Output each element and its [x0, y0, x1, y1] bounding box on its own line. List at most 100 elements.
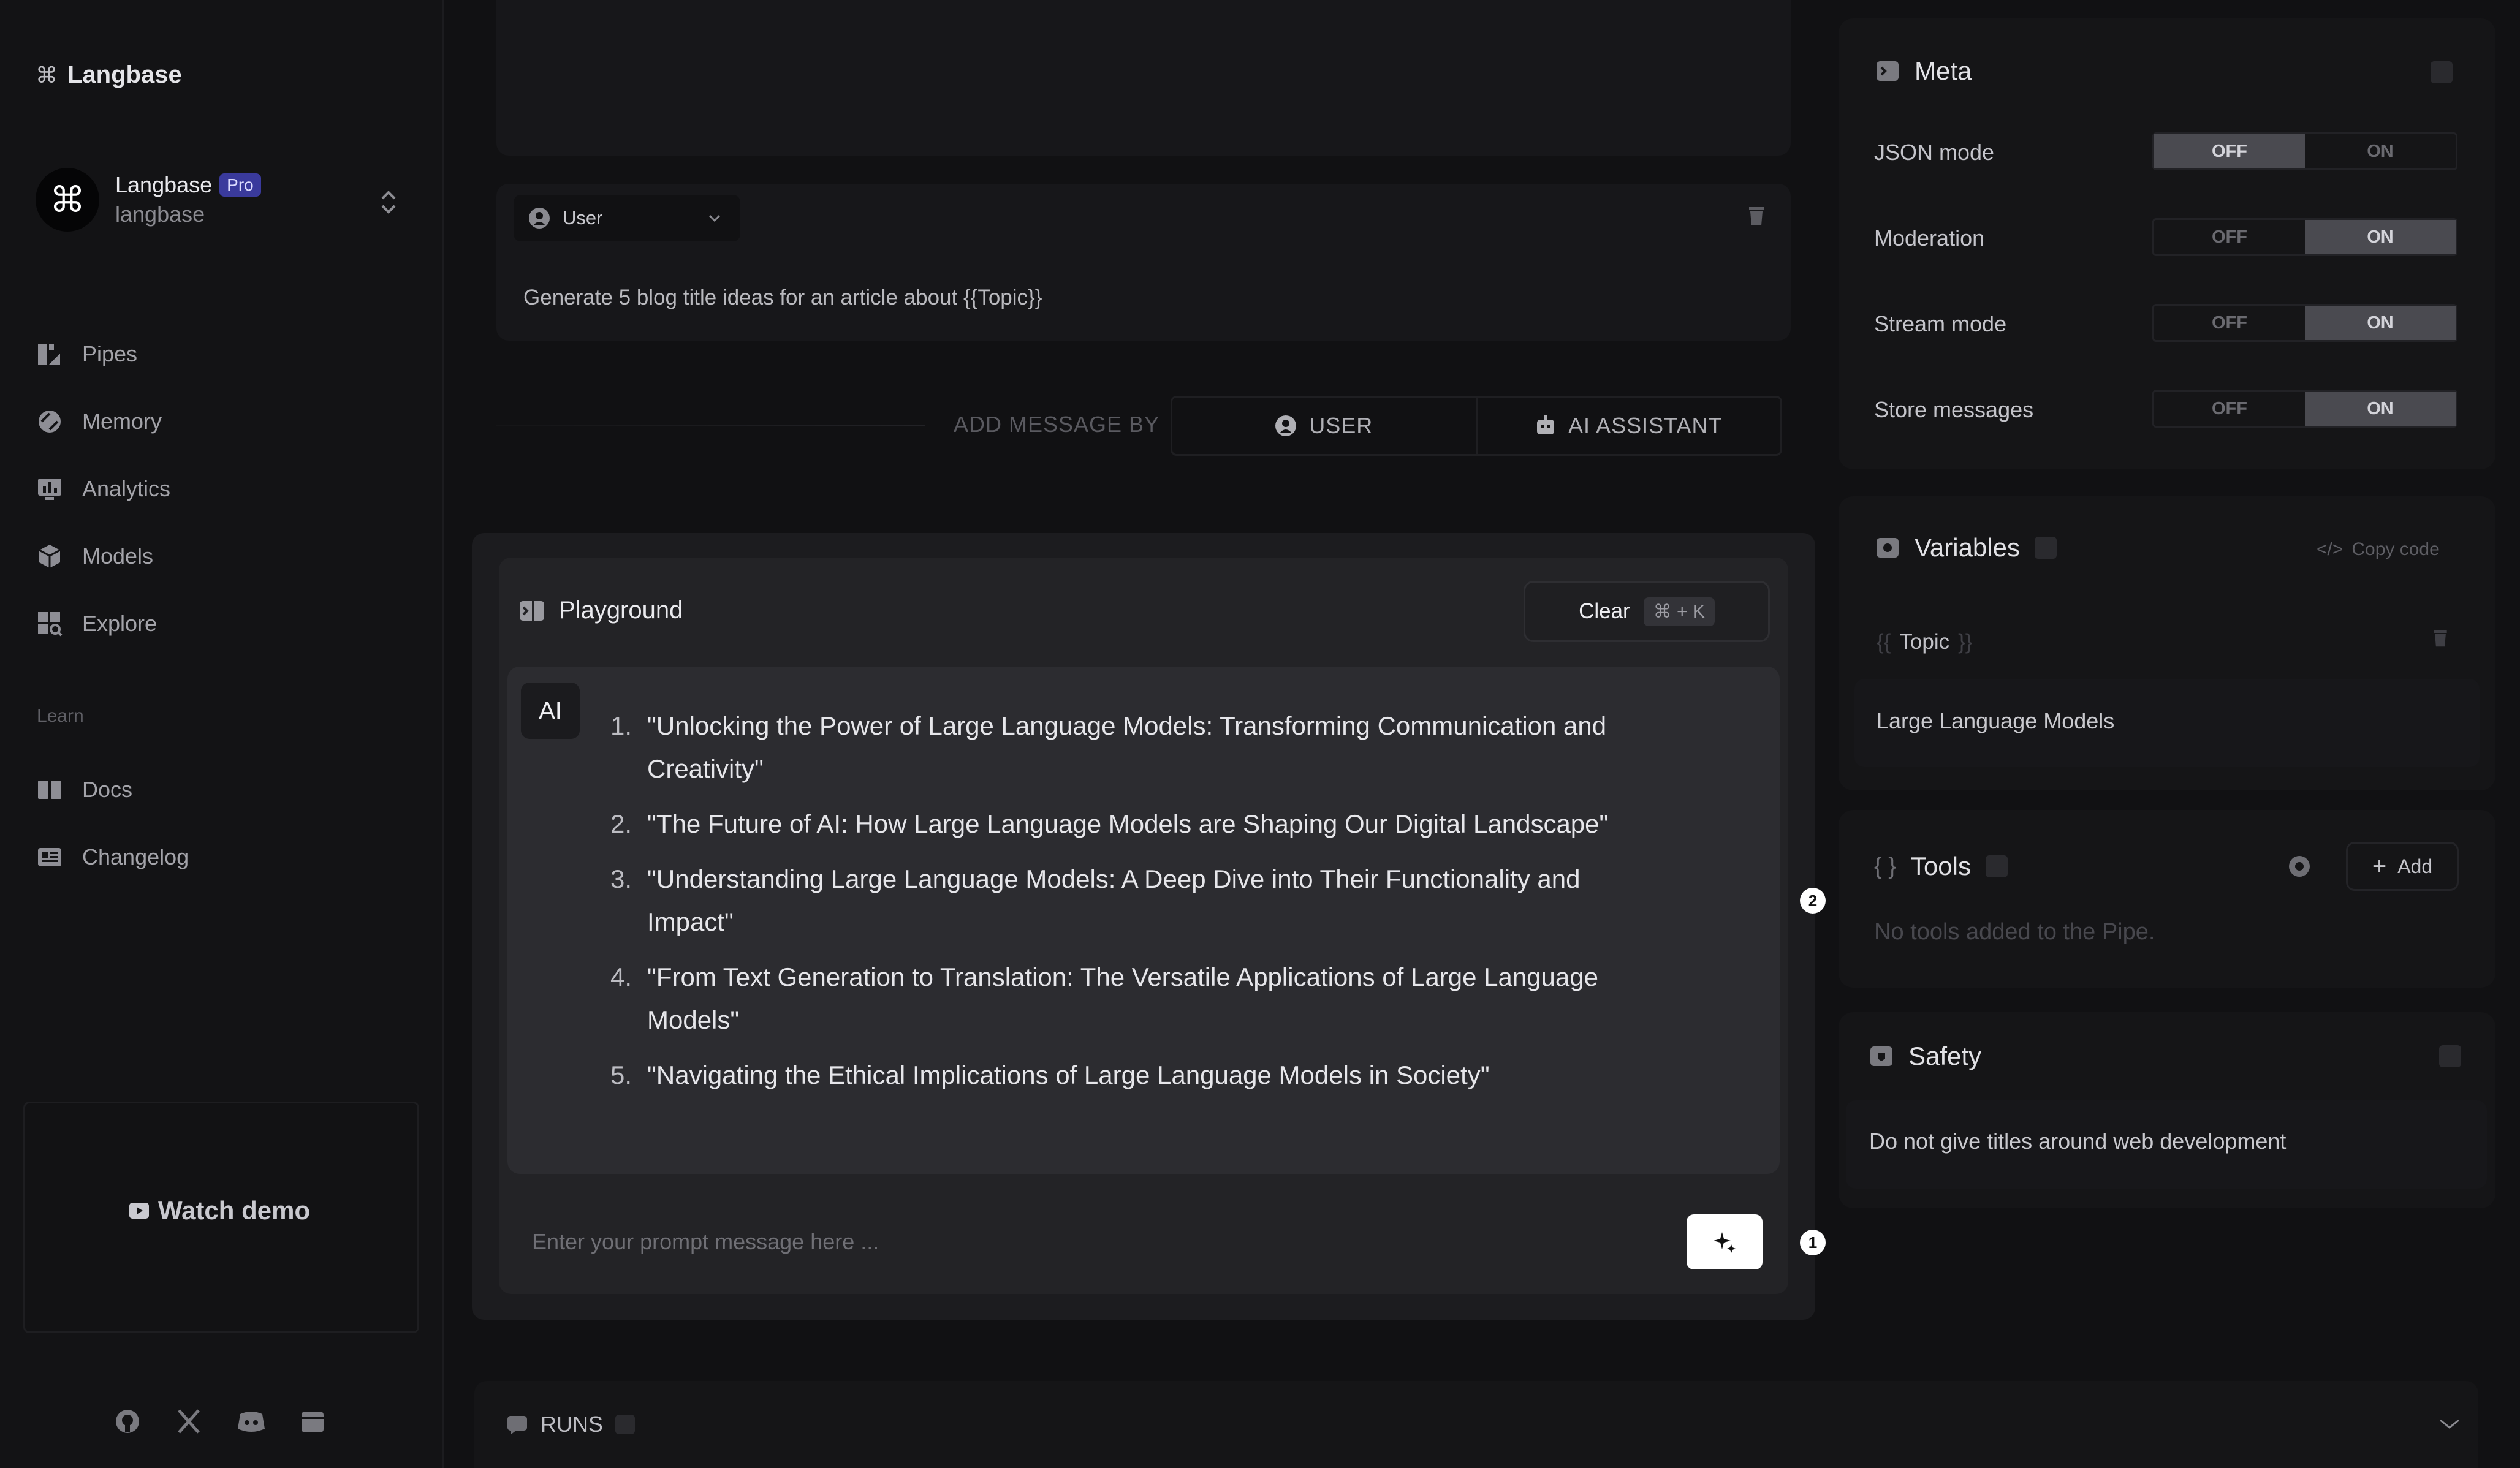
list-item: 4. "From Text Generation to Translation: … — [610, 963, 1598, 1034]
braces-icon: { } — [1874, 853, 1896, 879]
changelog-icon — [38, 848, 61, 866]
user-icon — [1275, 415, 1297, 436]
list-item: 5. "Navigating the Ethical Implications o… — [610, 1061, 1490, 1089]
safety-header: Safety — [1869, 1042, 1981, 1071]
toggle-off[interactable]: OFF — [2154, 220, 2305, 254]
sidebar-item-docs[interactable]: Docs — [37, 777, 132, 803]
tools-header: { } Tools — [1874, 852, 2008, 881]
github-icon[interactable] — [114, 1408, 141, 1435]
clear-shortcut: ⌘ + K — [1643, 597, 1715, 626]
sidebar-item-models[interactable]: Models — [37, 543, 153, 569]
toggle-on[interactable]: ON — [2305, 220, 2456, 254]
watch-demo-button[interactable]: Watch demo — [129, 1196, 310, 1225]
chevron-up-down-icon[interactable] — [378, 187, 400, 217]
store-messages-toggle[interactable]: OFF ON — [2152, 390, 2457, 428]
json-mode-toggle[interactable]: OFF ON — [2152, 132, 2457, 170]
add-user-message-button[interactable]: USER — [1172, 398, 1476, 454]
sidebar-item-changelog[interactable]: Changelog — [37, 844, 189, 870]
robot-icon — [1537, 415, 1555, 434]
variable-name: {{ Topic }} — [1877, 630, 1973, 654]
code-icon: </> — [2317, 539, 2344, 559]
list-item: 2. "The Future of AI: How Large Language … — [610, 809, 1609, 838]
trash-icon[interactable] — [1745, 205, 1767, 227]
toggle-on[interactable]: ON — [2305, 306, 2456, 340]
variable-icon — [1877, 538, 1899, 558]
add-assistant-message-button[interactable]: AI ASSISTANT — [1475, 398, 1781, 454]
add-tool-button[interactable]: + Add — [2346, 842, 2459, 891]
add-message-buttons: USER AI ASSISTANT — [1171, 396, 1782, 456]
add-assistant-label: AI ASSISTANT — [1568, 413, 1723, 438]
clear-label: Clear — [1579, 599, 1630, 623]
sidebar-item-label: Models — [82, 543, 154, 569]
x-icon[interactable] — [175, 1408, 202, 1435]
runs-panel[interactable] — [474, 1381, 2478, 1468]
step-marker-1: 1 — [1800, 1230, 1826, 1255]
ai-avatar: AI — [521, 683, 580, 739]
variables-header: Variables — [1875, 533, 2057, 562]
user-icon — [529, 208, 550, 229]
prompt-input[interactable]: Enter your prompt message here ... — [532, 1229, 879, 1255]
sidebar-item-label: Pipes — [82, 341, 138, 366]
variables-title: Variables — [1915, 533, 2020, 562]
info-icon — [2034, 537, 2057, 559]
info-icon — [1986, 855, 2008, 877]
playground-icon — [520, 600, 544, 621]
sidebar-item-label: Analytics — [82, 476, 171, 501]
brand[interactable]: ⌘ Langbase — [36, 61, 182, 89]
cube-icon — [39, 545, 61, 568]
variable-value-input[interactable]: Large Language Models — [1854, 679, 2480, 767]
book-icon — [38, 781, 61, 799]
toggle-on[interactable]: ON — [2305, 392, 2456, 426]
plus-icon: + — [2372, 852, 2387, 880]
moderation-toggle[interactable]: OFF ON — [2152, 218, 2457, 256]
json-mode-label: JSON mode — [1874, 140, 1995, 165]
sidebar-item-label: Explore — [82, 611, 158, 636]
add-tool-label: Add — [2397, 855, 2433, 877]
add-message-label: ADD MESSAGE BY — [954, 412, 1160, 437]
sidebar-item-explore[interactable]: Explore — [37, 611, 157, 637]
sidebar-item-analytics[interactable]: Analytics — [37, 476, 170, 502]
explore-icon — [38, 612, 63, 637]
account-handle: langbase — [115, 202, 205, 227]
calendar-icon[interactable] — [299, 1408, 326, 1435]
sidebar-item-label: Changelog — [82, 844, 189, 869]
account-name: Langbase — [115, 172, 213, 197]
safety-instructions-input[interactable]: Do not give titles around web developmen… — [1846, 1100, 2487, 1189]
info-icon[interactable] — [2431, 61, 2453, 83]
sidebar-item-memory[interactable]: Memory — [37, 409, 162, 434]
info-icon[interactable] — [2439, 1045, 2461, 1067]
learn-heading: Learn — [37, 706, 84, 726]
brand-name: Langbase — [67, 61, 182, 88]
plan-badge: Pro — [219, 173, 261, 197]
toggle-off[interactable]: OFF — [2154, 306, 2305, 340]
meta-header: Meta — [1875, 56, 1972, 86]
role-select[interactable]: User — [514, 195, 740, 241]
response-list: 1. "Unlocking the Power of Large Language… — [610, 705, 1628, 1109]
tools-empty-state: No tools added to the Pipe. — [1874, 919, 2155, 945]
discord-icon[interactable] — [237, 1408, 265, 1435]
trash-icon[interactable] — [2431, 627, 2453, 649]
sparkle-icon — [1714, 1232, 1736, 1253]
chevron-down-icon[interactable] — [2438, 1417, 2461, 1431]
toggle-on[interactable]: ON — [2305, 134, 2456, 168]
runs-label: RUNS — [541, 1412, 604, 1437]
playground-header: Playground — [518, 597, 683, 624]
run-button[interactable] — [1687, 1214, 1763, 1269]
stream-mode-toggle[interactable]: OFF ON — [2152, 304, 2457, 342]
analytics-icon — [38, 479, 61, 500]
sidebar-item-pipes[interactable]: Pipes — [37, 341, 137, 367]
user-message-text[interactable]: Generate 5 blog title ideas for an artic… — [523, 286, 1042, 310]
divider — [496, 425, 925, 426]
list-item: 3. "Understanding Large Language Models: … — [610, 865, 1581, 936]
clear-button[interactable]: Clear ⌘ + K — [1524, 581, 1770, 642]
gear-icon[interactable] — [2286, 853, 2313, 880]
toggle-off[interactable]: OFF — [2154, 392, 2305, 426]
system-message-textarea[interactable] — [496, 0, 1791, 156]
copy-code-button[interactable]: </> Copy code — [2317, 539, 2440, 560]
sidebar-item-label: Memory — [82, 409, 162, 434]
account-switcher[interactable]: ⌘ Langbase Pro langbase — [36, 168, 261, 232]
account-avatar: ⌘ — [36, 168, 99, 232]
runs-header: RUNS — [506, 1412, 636, 1437]
video-icon — [129, 1203, 149, 1219]
toggle-off[interactable]: OFF — [2154, 134, 2305, 168]
